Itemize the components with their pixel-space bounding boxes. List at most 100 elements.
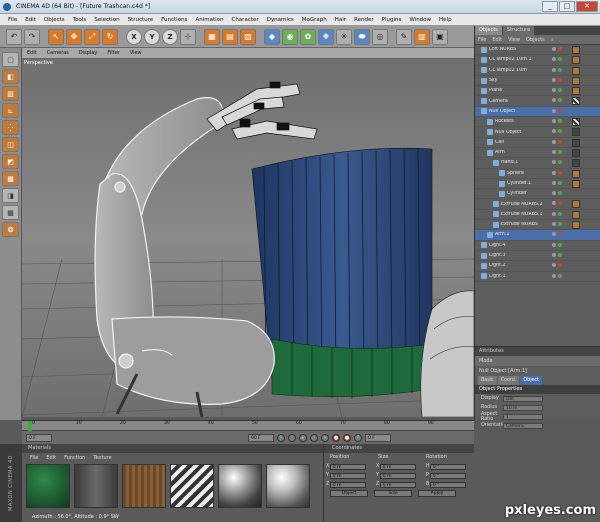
y-axis-icon[interactable]: Y: [144, 28, 160, 45]
perspective-viewport[interactable]: Perspective: [22, 59, 474, 417]
viewport-menu-cameras[interactable]: Cameras: [42, 50, 74, 56]
use-object-tool-icon[interactable]: ◧: [2, 69, 19, 84]
array-icon[interactable]: ✿: [300, 28, 316, 45]
visibility-dots-icon[interactable]: [552, 160, 562, 165]
minimize-button[interactable]: _: [542, 1, 558, 12]
viewport-menu-display[interactable]: Display: [74, 50, 102, 56]
objects-menu-objects[interactable]: Objects: [523, 37, 548, 43]
property-field[interactable]: 1: [503, 413, 543, 420]
visibility-dots-icon[interactable]: [552, 222, 562, 227]
object-tag-icon[interactable]: [572, 221, 580, 230]
object-tag-icon[interactable]: [572, 210, 580, 219]
object-tag-icon[interactable]: [572, 46, 580, 54]
object-tag-icon[interactable]: [572, 169, 580, 178]
attr-tab-basic[interactable]: Basic: [478, 376, 497, 385]
use-axis-tool-icon[interactable]: ⊾: [2, 103, 19, 118]
menu-animation[interactable]: Animation: [191, 17, 227, 23]
search-icon[interactable]: ⌕: [548, 37, 557, 43]
object-row[interactable]: Null Object: [475, 127, 600, 138]
z-axis-icon[interactable]: Z: [162, 28, 178, 45]
menu-character[interactable]: Character: [227, 17, 262, 23]
object-tag-icon[interactable]: [572, 179, 580, 188]
object-tag-icon[interactable]: [572, 128, 580, 137]
object-row[interactable]: CL lamp02 10m.1: [475, 55, 600, 66]
object-tag-icon[interactable]: [572, 56, 580, 65]
viewport-menu-filter[interactable]: Filter: [102, 50, 124, 56]
object-row[interactable]: Can: [475, 138, 600, 148]
object-tag-icon[interactable]: [572, 138, 580, 147]
menu-objects[interactable]: Objects: [40, 17, 69, 23]
size-field[interactable]: 0 m: [379, 481, 416, 488]
object-tag-icon[interactable]: [572, 66, 580, 75]
render-view-icon[interactable]: ▦: [204, 28, 220, 45]
object-tag-icon[interactable]: [572, 97, 580, 106]
material-stripes[interactable]: [170, 464, 214, 508]
menu-selection[interactable]: Selection: [90, 17, 123, 23]
object-tag-icon[interactable]: [572, 200, 580, 209]
menu-tools[interactable]: Tools: [69, 17, 91, 23]
object-tag-icon[interactable]: [572, 159, 580, 168]
objects-menu-view[interactable]: View: [505, 37, 523, 43]
visibility-dots-icon[interactable]: [552, 180, 562, 185]
menu-dynamics[interactable]: Dynamics: [263, 17, 298, 23]
objects-menu-edit[interactable]: Edit: [489, 37, 505, 43]
go-to-start-icon[interactable]: «: [277, 434, 285, 442]
use-texture-tool-icon[interactable]: ▨: [2, 86, 19, 101]
material-icon[interactable]: ✎: [396, 28, 412, 45]
visibility-dots-icon[interactable]: [552, 129, 562, 134]
autokey-icon[interactable]: ●: [343, 434, 351, 442]
apply-button[interactable]: Apply: [418, 490, 456, 497]
end-frame-right-field[interactable]: 0 F: [365, 434, 391, 442]
visibility-dots-icon[interactable]: [552, 88, 562, 93]
record-icon[interactable]: ●: [332, 434, 340, 442]
object-row[interactable]: Arm.1: [475, 230, 600, 241]
objects-menu-file[interactable]: File: [475, 37, 489, 43]
live-select-icon[interactable]: ↖: [48, 28, 64, 45]
viewport-menu-view[interactable]: View: [125, 50, 147, 56]
checker-icon[interactable]: ▦: [2, 205, 19, 220]
scene-icon[interactable]: ✳: [336, 28, 352, 45]
move-icon[interactable]: ✥: [66, 28, 82, 45]
object-row[interactable]: Plane: [475, 86, 600, 97]
undo-icon[interactable]: ↶: [6, 28, 22, 45]
property-field[interactable]: Camera: [503, 422, 543, 429]
coordinate-system-icon[interactable]: ⊹: [180, 28, 196, 45]
visibility-dots-icon[interactable]: [552, 263, 562, 268]
object-row[interactable]: Light.1: [475, 272, 600, 282]
tweak-mode-icon[interactable]: ◨: [2, 188, 19, 203]
material-wood[interactable]: [122, 464, 166, 508]
visibility-dots-icon[interactable]: [552, 170, 562, 175]
visibility-dots-icon[interactable]: [552, 47, 562, 51]
visibility-dots-icon[interactable]: [552, 232, 562, 237]
rotate-icon[interactable]: ↻: [102, 28, 118, 45]
object-row[interactable]: Cylinder.1: [475, 179, 600, 190]
rotation-field[interactable]: 0 °: [429, 481, 466, 488]
tab-structure[interactable]: Structure: [502, 26, 535, 35]
visibility-dots-icon[interactable]: [552, 273, 562, 278]
position-field[interactable]: 0 m: [329, 463, 366, 470]
redo-icon[interactable]: ↷: [24, 28, 40, 45]
visibility-dots-icon[interactable]: [552, 242, 562, 247]
play-icon[interactable]: ▸: [299, 434, 307, 442]
size-field[interactable]: 0 m: [379, 472, 416, 479]
object-row[interactable]: Arm: [475, 148, 600, 159]
visibility-dots-icon[interactable]: [552, 108, 562, 113]
materials-menu-file[interactable]: File: [26, 455, 42, 461]
visibility-dots-icon[interactable]: [552, 77, 562, 82]
current-frame-field[interactable]: 0 F: [26, 434, 52, 442]
render-picture-viewer-icon[interactable]: ▤: [222, 28, 238, 45]
object-tag-icon[interactable]: [572, 118, 580, 127]
materials-menu-texture[interactable]: Texture: [89, 455, 115, 461]
material-silver-sphere[interactable]: [266, 464, 310, 508]
object-row[interactable]: Null Object: [475, 106, 600, 118]
scale-icon[interactable]: ⤢: [84, 28, 100, 45]
menu-hair[interactable]: Hair: [331, 17, 350, 23]
object-row[interactable]: Sky: [475, 76, 600, 87]
keyframe-icon[interactable]: ?: [354, 434, 362, 442]
end-frame-field[interactable]: 90 F: [248, 434, 274, 442]
attr-tab-object[interactable]: Object: [520, 376, 543, 385]
materials-menu-edit[interactable]: Edit: [42, 455, 60, 461]
object-row[interactable]: Cylinder: [475, 189, 600, 200]
next-frame-icon[interactable]: ›: [310, 434, 318, 442]
menu-functions[interactable]: Functions: [157, 17, 191, 23]
